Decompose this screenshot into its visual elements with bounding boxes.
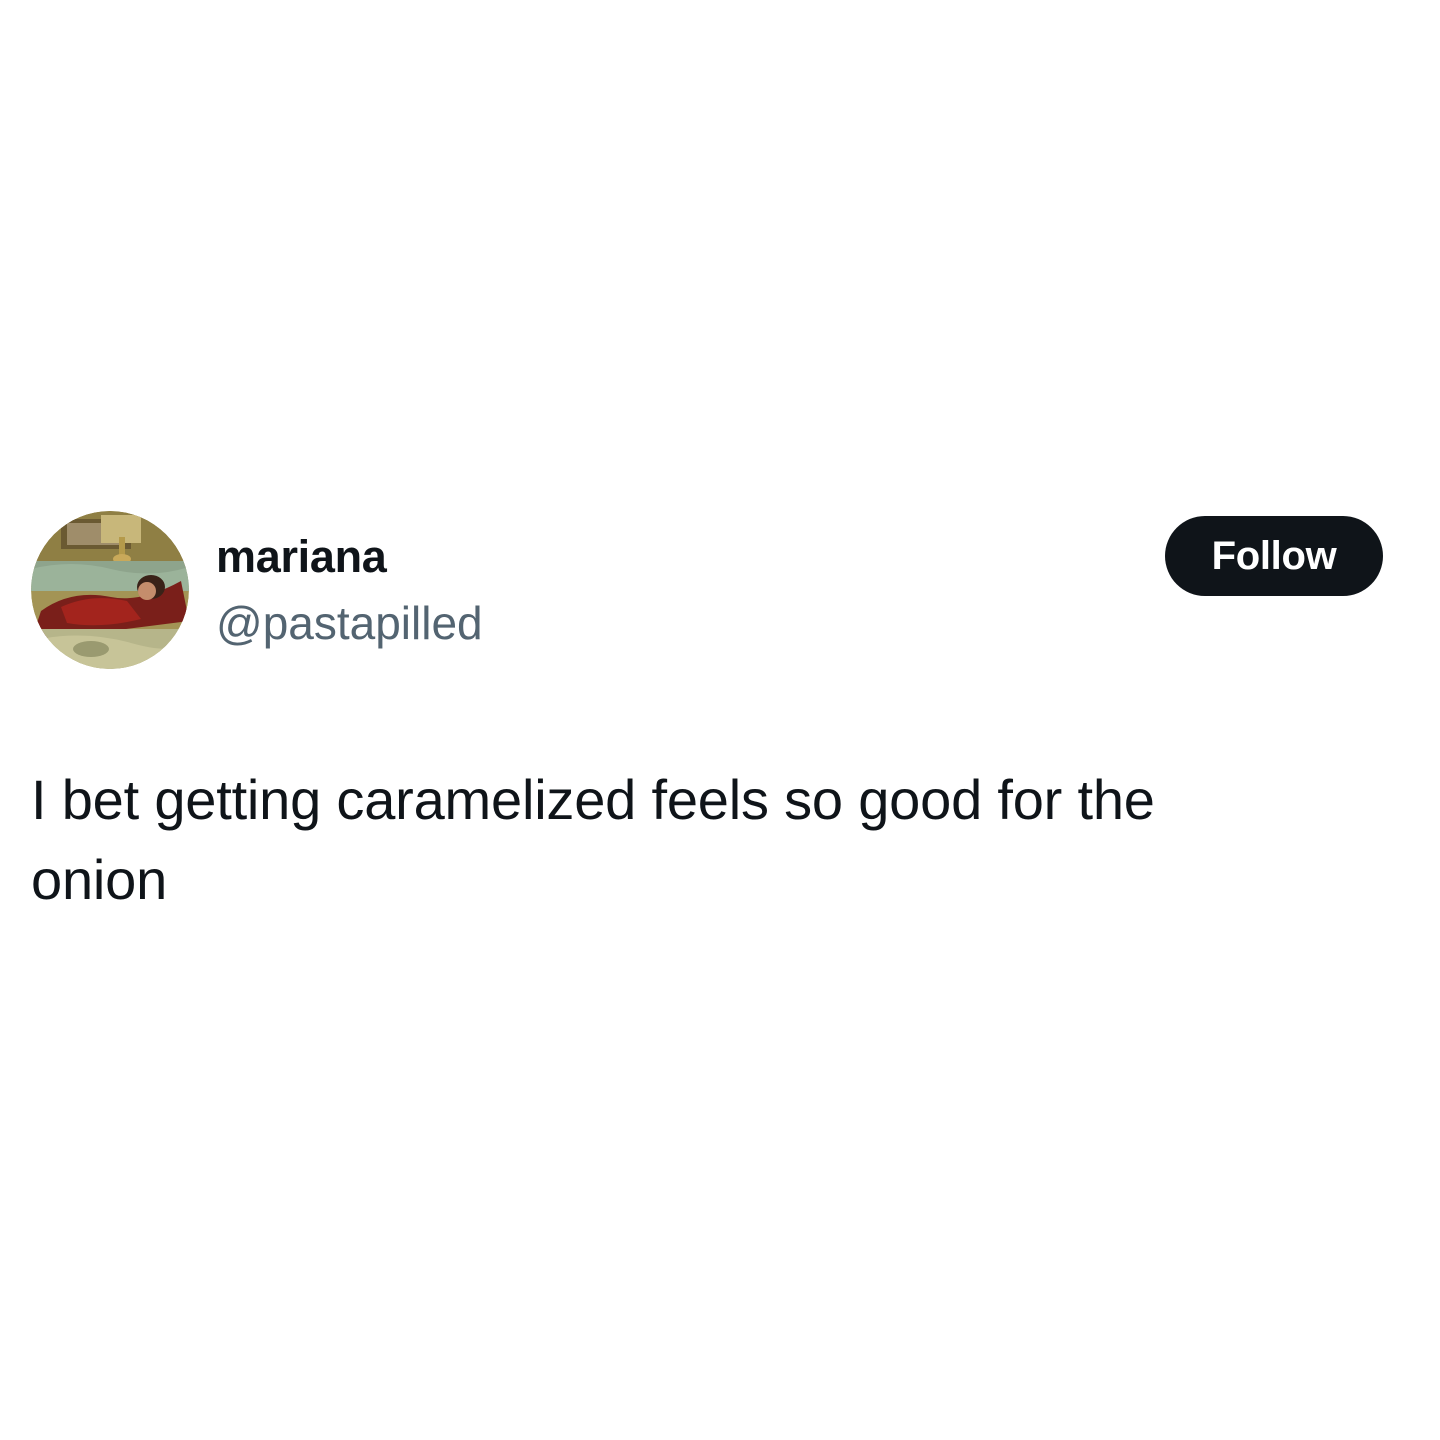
follow-button[interactable]: Follow	[1165, 516, 1383, 596]
tweet-text-line: onion	[31, 848, 168, 911]
author-avatar[interactable]	[31, 511, 189, 669]
author-display-name[interactable]: mariana	[216, 528, 387, 586]
tweet-text: I bet getting caramelized feels so good …	[31, 760, 1331, 920]
author-handle[interactable]: @pastapilled	[216, 594, 483, 652]
tweet-card: mariana @pastapilled Follow I bet gettin…	[0, 0, 1440, 1440]
tweet-text-line: I bet getting caramelized feels so good …	[31, 768, 1155, 831]
avatar-photo-icon	[31, 511, 189, 669]
